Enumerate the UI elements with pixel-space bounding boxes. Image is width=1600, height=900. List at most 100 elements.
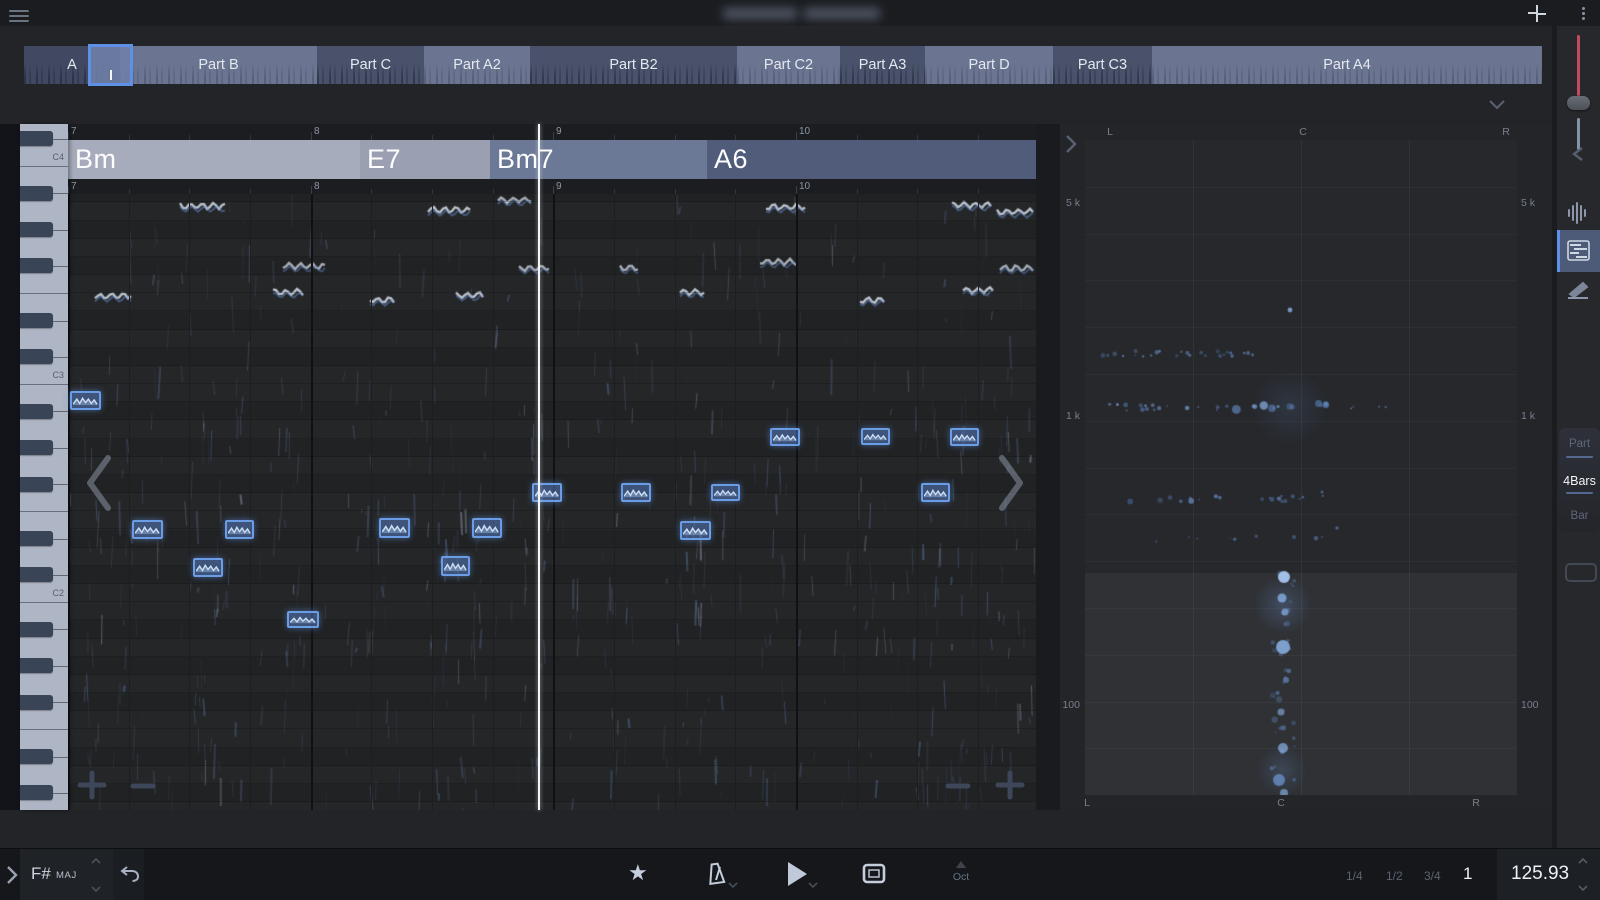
note-block[interactable] (711, 484, 740, 501)
piano-key-black[interactable] (20, 222, 53, 237)
note-block[interactable] (225, 520, 254, 539)
note-block[interactable] (921, 483, 950, 502)
volume-slider[interactable] (1557, 35, 1600, 155)
note-block[interactable] (379, 518, 410, 538)
pencil-icon[interactable] (1557, 280, 1600, 300)
division-quarter[interactable]: 1/4 (1346, 869, 1363, 883)
piano-key-black[interactable] (20, 440, 53, 455)
piano-key-black[interactable] (20, 404, 53, 419)
bar-number: 8 (314, 181, 320, 192)
part-tab-part-c[interactable]: Part C (317, 46, 424, 84)
picker-option-4bars[interactable]: 4Bars (1559, 474, 1600, 488)
marquee-select-icon[interactable] (1565, 563, 1597, 582)
piano-key-black[interactable] (20, 131, 53, 146)
picker-option-part[interactable]: Part (1559, 438, 1600, 450)
zoom-in-button-left[interactable] (77, 770, 107, 800)
piano-key-black[interactable] (20, 695, 53, 710)
play-dropdown-chevron-icon[interactable] (808, 882, 818, 889)
grid-resolution-picker[interactable]: Part 4Bars Bar (1559, 428, 1600, 532)
restore-window-icon[interactable] (1528, 5, 1546, 22)
note-block[interactable] (680, 521, 711, 540)
note-block[interactable] (441, 556, 470, 576)
slider-knob[interactable] (1567, 96, 1590, 110)
zoom-in-button-right[interactable] (995, 770, 1025, 800)
part-tab-part-a4[interactable]: Part A4 (1152, 46, 1542, 84)
piano-key-black[interactable] (20, 658, 53, 673)
piano-roll-grid[interactable] (68, 194, 1036, 810)
part-tab-part-a2[interactable]: Part A2 (424, 46, 530, 84)
piano-key-black[interactable] (20, 785, 53, 800)
note-block[interactable] (950, 428, 979, 446)
note-block[interactable] (287, 611, 319, 628)
division-threequarter[interactable]: 3/4 (1424, 869, 1441, 883)
part-tab-label: Part C (317, 46, 424, 84)
piano-key-black[interactable] (20, 313, 53, 328)
piano-key-black[interactable] (20, 258, 53, 273)
part-tab-part-c2[interactable]: Part C2 (737, 46, 840, 84)
piano-key-black[interactable] (20, 622, 53, 637)
panel-collapse-chevron-icon[interactable] (1064, 134, 1078, 154)
nav-left-chevron-icon[interactable] (84, 454, 112, 512)
metronome-icon[interactable] (706, 862, 726, 886)
part-tab-part-d[interactable]: Part D (925, 46, 1053, 84)
note-block[interactable] (193, 558, 223, 577)
part-tab-part-b2[interactable]: Part B2 (530, 46, 737, 84)
freq-label-left: 1 k (1042, 410, 1080, 422)
undo-button[interactable] (113, 849, 144, 900)
piano-key-black[interactable] (20, 477, 53, 492)
division-half[interactable]: 1/2 (1386, 869, 1403, 883)
piano-key-black[interactable] (20, 349, 53, 364)
piano-keyboard[interactable]: C4C3C2 (20, 124, 68, 810)
waveform-icon[interactable] (1557, 202, 1600, 224)
zoom-out-button-left[interactable] (130, 778, 156, 794)
octave-control[interactable]: Oct (948, 861, 974, 883)
nav-right-chevron-icon[interactable] (998, 454, 1026, 512)
spectrum-gridline-h (1085, 187, 1517, 188)
bpm-up-chevron-icon[interactable] (1577, 857, 1589, 865)
key-notch (53, 321, 68, 322)
piano-key-black[interactable] (20, 749, 53, 764)
note-block[interactable] (621, 483, 651, 502)
kebab-menu-icon[interactable] (1580, 5, 1586, 22)
part-tab-part-c3[interactable]: Part C3 (1053, 46, 1152, 84)
piano-key-black[interactable] (20, 531, 53, 546)
part-tab-part-b[interactable]: Part B (120, 46, 317, 84)
bar-ruler-bottom[interactable]: 78910 (68, 179, 1036, 194)
piano-key-black[interactable] (20, 186, 53, 201)
key-up-chevron-icon[interactable] (90, 857, 102, 865)
chevron-left-icon[interactable] (1557, 146, 1600, 162)
metronome-dropdown-chevron-icon[interactable] (728, 882, 738, 889)
bpm-display[interactable]: 125.93 (1497, 849, 1600, 900)
chord-segment-a6[interactable]: A6 (707, 140, 1036, 179)
key-selector[interactable]: F# MAJ (20, 849, 113, 900)
chevron-down-icon[interactable] (1488, 99, 1506, 111)
favorite-star-icon[interactable]: ★ (628, 860, 648, 886)
zoom-out-button-right[interactable] (945, 778, 971, 794)
note-block[interactable] (770, 428, 800, 446)
loop-region-icon[interactable] (862, 863, 886, 884)
bar-count-display[interactable]: 1 (1463, 864, 1472, 884)
pianoroll-view-button[interactable] (1557, 230, 1600, 272)
expand-chevron-icon[interactable] (5, 864, 19, 886)
note-block[interactable] (70, 391, 101, 410)
picker-option-bar[interactable]: Bar (1559, 510, 1600, 522)
chord-segment-bm[interactable]: Bm (68, 140, 360, 179)
pan-label-top-r: R (1491, 126, 1521, 138)
octave-up-triangle-icon[interactable] (956, 861, 966, 868)
grid-row (68, 784, 1036, 802)
piano-key-black[interactable] (20, 567, 53, 582)
bar-ruler-top[interactable]: 78910 (68, 124, 1036, 140)
note-block[interactable] (472, 518, 502, 538)
play-button[interactable] (788, 862, 807, 886)
note-block[interactable] (132, 520, 163, 539)
chord-segment-bm7[interactable]: Bm7 (490, 140, 707, 179)
note-block[interactable] (861, 428, 890, 445)
selected-region-box[interactable] (88, 44, 133, 86)
note-block[interactable] (532, 483, 562, 502)
key-down-chevron-icon[interactable] (90, 885, 102, 893)
playhead[interactable] (538, 124, 540, 810)
bpm-down-chevron-icon[interactable] (1577, 884, 1589, 892)
hamburger-menu-icon[interactable] (9, 7, 29, 25)
chord-segment-e7[interactable]: E7 (360, 140, 490, 179)
part-tab-part-a3[interactable]: Part A3 (840, 46, 925, 84)
